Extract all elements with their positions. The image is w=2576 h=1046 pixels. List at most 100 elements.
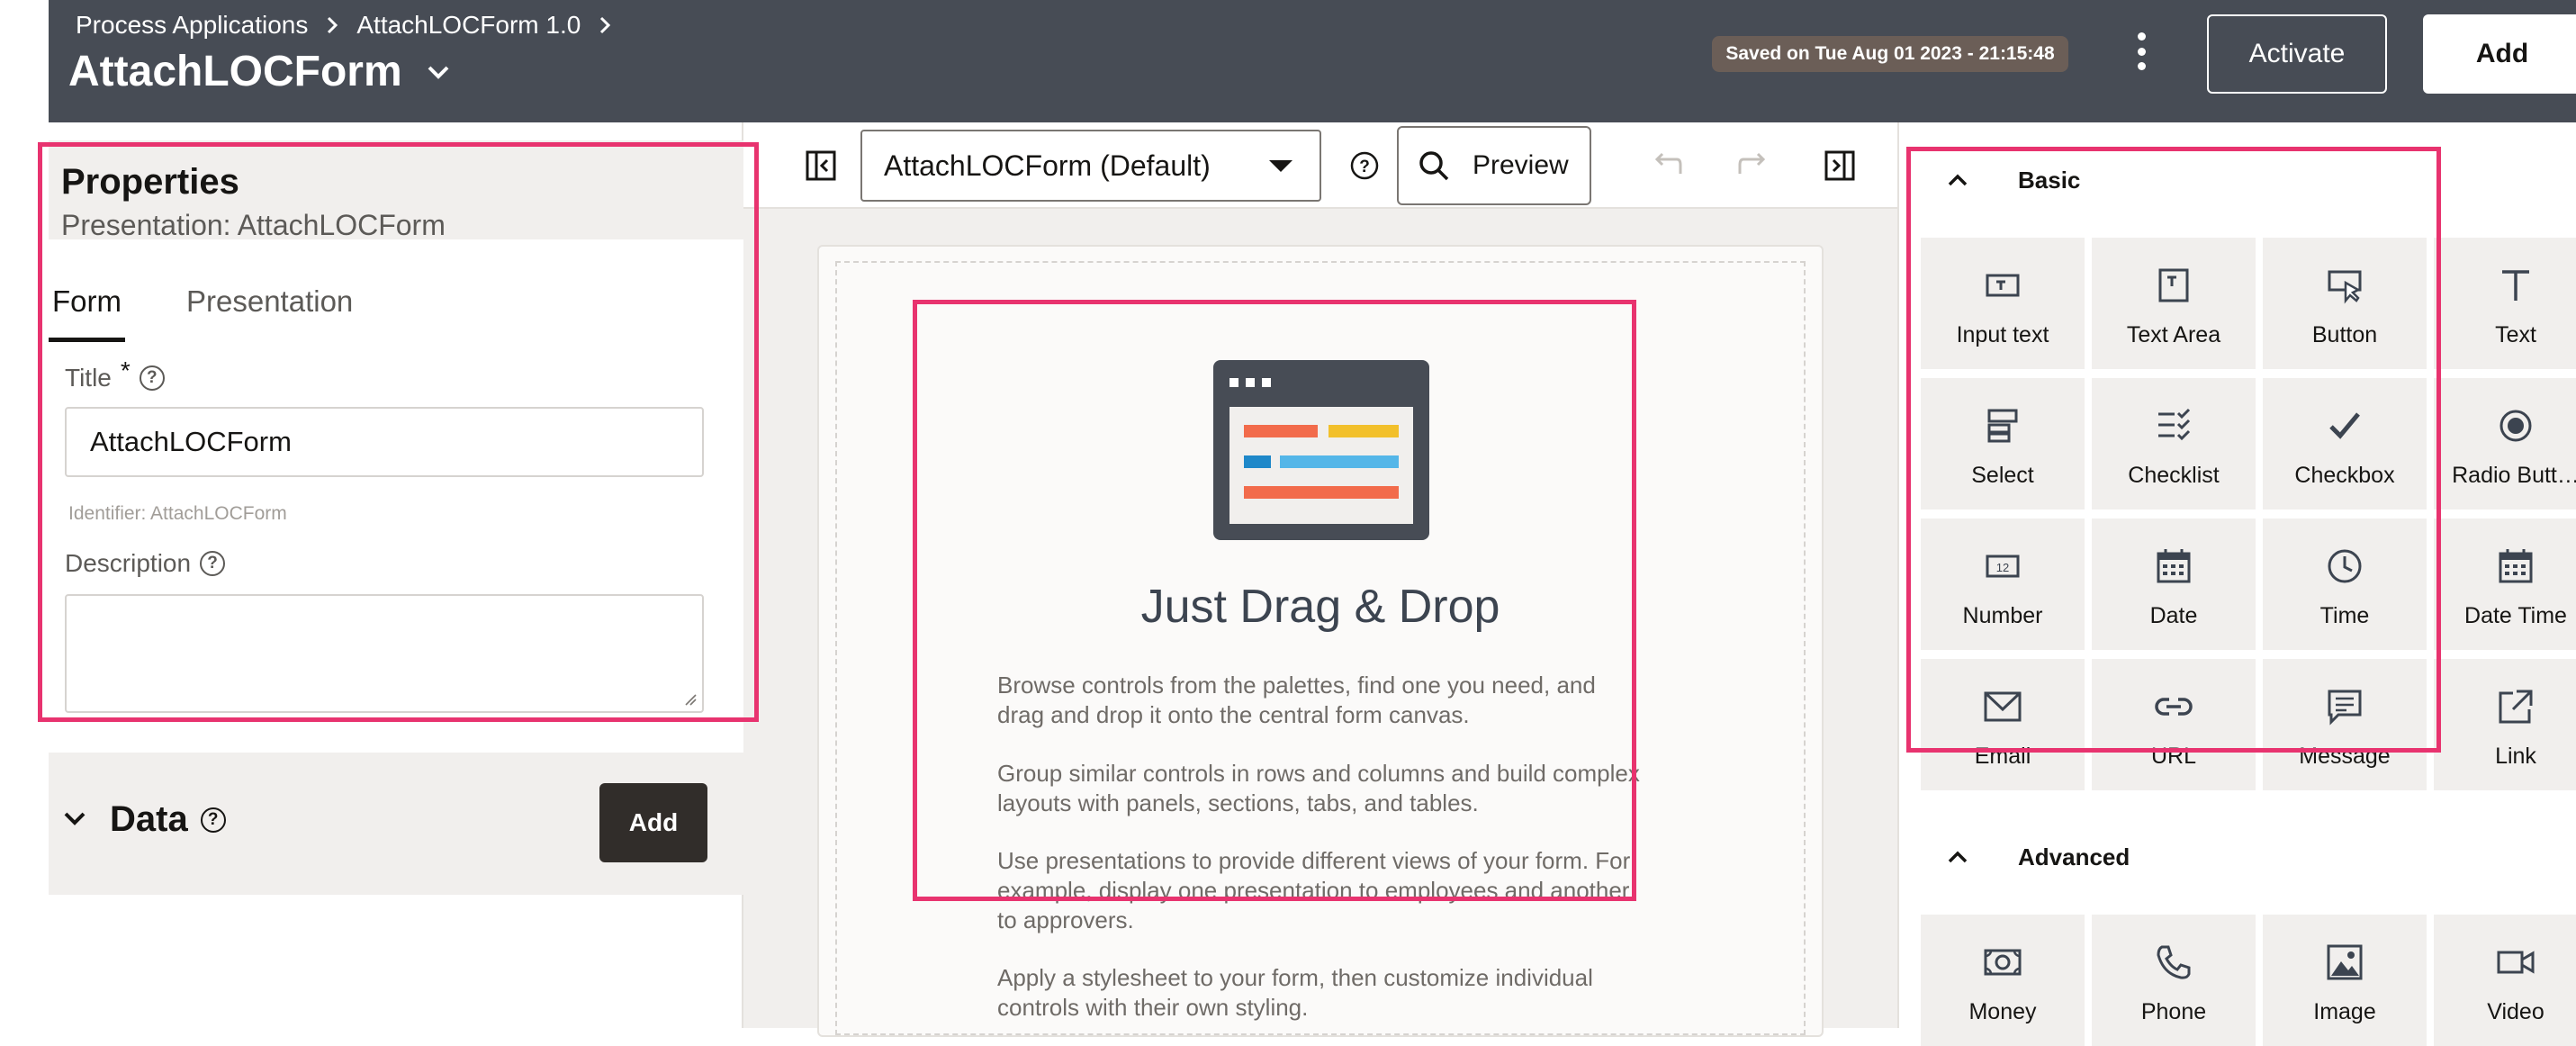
palette-item-image[interactable]: Image bbox=[2263, 915, 2427, 1046]
chevron-up-icon[interactable] bbox=[1946, 168, 1969, 192]
select-icon bbox=[1987, 409, 2018, 443]
properties-title: Properties bbox=[61, 162, 239, 202]
palette-item-checkbox[interactable]: Checkbox bbox=[2263, 378, 2427, 509]
palette-item-email[interactable]: Email bbox=[1921, 659, 2085, 790]
palette-item-checklist[interactable]: Checklist bbox=[2092, 378, 2256, 509]
palette-item-select[interactable]: Select bbox=[1921, 378, 2085, 509]
date-icon bbox=[2157, 549, 2191, 583]
palette-item-message[interactable]: Message bbox=[2263, 659, 2427, 790]
required-marker: * bbox=[120, 356, 131, 384]
palette-item-label: Select bbox=[1971, 463, 2034, 488]
phone-icon bbox=[2157, 945, 2191, 979]
breadcrumb: Process Applications AttachLOCForm 1.0 bbox=[76, 11, 615, 40]
search-icon bbox=[1419, 151, 1449, 181]
palette-item-video[interactable]: Video bbox=[2434, 915, 2576, 1046]
controls-palette: Basic Input text Text Area Button Text Selec… bbox=[1897, 122, 2576, 1046]
palette-item-time[interactable]: Time bbox=[2263, 518, 2427, 650]
breadcrumb-form-version[interactable]: AttachLOCForm 1.0 bbox=[356, 11, 581, 40]
url-icon bbox=[2155, 698, 2193, 716]
title-input[interactable]: AttachLOCForm bbox=[65, 407, 704, 477]
palette-item-link[interactable]: Link bbox=[2434, 659, 2576, 790]
page-title[interactable]: AttachLOCForm bbox=[68, 47, 451, 96]
palette-item-label: Input text bbox=[1956, 322, 2049, 347]
properties-panel: Properties Presentation: AttachLOCForm F… bbox=[49, 122, 743, 1028]
help-icon[interactable]: ? bbox=[200, 807, 226, 833]
data-section-title: Data ? bbox=[110, 799, 226, 840]
tab-form[interactable]: Form bbox=[49, 275, 125, 342]
palette-item-text[interactable]: Text bbox=[2434, 238, 2576, 369]
palette-item-text-area[interactable]: Text Area bbox=[2092, 238, 2256, 369]
button-icon bbox=[2328, 270, 2362, 304]
palette-item-number[interactable]: 12 Number bbox=[1921, 518, 2085, 650]
chevron-down-icon[interactable] bbox=[426, 59, 451, 85]
app-header: Process Applications AttachLOCForm 1.0 A… bbox=[49, 0, 2576, 122]
canvas-paragraph: Browse controls from the palettes, find … bbox=[997, 672, 1596, 728]
message-icon bbox=[2328, 690, 2362, 726]
advanced-section-header[interactable]: Advanced bbox=[1899, 828, 2576, 886]
input-text-icon bbox=[1986, 274, 2020, 297]
breadcrumb-process-applications[interactable]: Process Applications bbox=[76, 11, 308, 40]
description-field-label: Description ? bbox=[65, 549, 226, 578]
preview-button[interactable]: Preview bbox=[1397, 126, 1591, 205]
help-icon[interactable]: ? bbox=[139, 365, 165, 391]
form-canvas-area: AttachLOCForm (Default) ? Preview Just D… bbox=[743, 122, 1897, 1037]
palette-item-phone[interactable]: Phone bbox=[2092, 915, 2256, 1046]
help-icon[interactable]: ? bbox=[1347, 148, 1383, 184]
presentation-select[interactable]: AttachLOCForm (Default) bbox=[860, 130, 1321, 202]
palette-item-label: Money bbox=[1968, 999, 2037, 1024]
palette-item-label: Image bbox=[2313, 999, 2376, 1024]
checklist-icon bbox=[2158, 408, 2191, 441]
resize-grip-icon[interactable] bbox=[684, 693, 697, 706]
description-textarea[interactable] bbox=[65, 594, 704, 713]
add-data-button[interactable]: Add bbox=[599, 783, 707, 862]
radio-button-icon bbox=[2499, 410, 2532, 442]
canvas-paragraph: Use presentations to provide different v… bbox=[997, 847, 1631, 933]
undo-icon[interactable] bbox=[1649, 148, 1685, 184]
palette-item-date[interactable]: Date bbox=[2092, 518, 2256, 650]
more-actions-icon[interactable] bbox=[2128, 29, 2155, 74]
properties-tabs: Form Presentation bbox=[49, 275, 414, 342]
palette-item-label: Radio Butt… bbox=[2452, 463, 2576, 488]
palette-item-label: URL bbox=[2150, 744, 2196, 769]
palette-item-label: Date bbox=[2149, 603, 2198, 628]
palette-item-button[interactable]: Button bbox=[2263, 238, 2427, 369]
toggle-right-panel-icon[interactable] bbox=[1822, 148, 1858, 184]
palette-item-label: Message bbox=[2299, 744, 2391, 769]
palette-item-date-time[interactable]: Date Time bbox=[2434, 518, 2576, 650]
palette-item-label: Button bbox=[2311, 322, 2378, 347]
number-icon: 12 bbox=[1986, 555, 2020, 578]
svg-text:12: 12 bbox=[1996, 561, 2009, 574]
palette-item-radio-butt[interactable]: Radio Butt… bbox=[2434, 378, 2576, 509]
add-button[interactable]: Add bbox=[2423, 14, 2576, 94]
chevron-right-icon bbox=[600, 16, 611, 34]
toggle-left-panel-icon[interactable] bbox=[803, 148, 839, 184]
chevron-right-icon bbox=[328, 16, 338, 34]
redo-icon[interactable] bbox=[1735, 148, 1771, 184]
form-illustration-icon bbox=[1213, 360, 1429, 540]
palette-item-label: Link bbox=[2495, 744, 2536, 769]
palette-item-label: Text Area bbox=[2126, 322, 2221, 347]
palette-item-label: Phone bbox=[2140, 999, 2207, 1024]
money-icon bbox=[1984, 949, 2022, 976]
chevron-up-icon[interactable] bbox=[1946, 845, 1969, 869]
help-icon[interactable]: ? bbox=[200, 551, 226, 576]
data-title-text: Data bbox=[110, 799, 188, 839]
email-icon bbox=[1984, 691, 2022, 722]
palette-item-money[interactable]: Money bbox=[1921, 915, 2085, 1046]
palette-item-url[interactable]: URL bbox=[2092, 659, 2256, 790]
canvas-heading: Just Drag & Drop bbox=[1140, 581, 1500, 633]
chevron-down-icon[interactable] bbox=[61, 805, 88, 832]
text-icon bbox=[2502, 270, 2529, 301]
palette-item-label: Text bbox=[2495, 322, 2536, 347]
canvas-paragraph: Group similar controls in rows and colum… bbox=[997, 760, 1640, 816]
tab-presentation[interactable]: Presentation bbox=[181, 275, 358, 342]
video-icon bbox=[2497, 951, 2535, 974]
palette-item-input-text[interactable]: Input text bbox=[1921, 238, 2085, 369]
preview-label: Preview bbox=[1473, 150, 1569, 180]
activate-button[interactable]: Activate bbox=[2207, 14, 2387, 94]
basic-section-label: Basic bbox=[2018, 166, 2081, 194]
title-input-value: AttachLOCForm bbox=[90, 426, 292, 457]
canvas-toolbar: AttachLOCForm (Default) ? Preview bbox=[743, 122, 1897, 209]
basic-section-header[interactable]: Basic bbox=[1899, 151, 2576, 209]
properties-subtitle: Presentation: AttachLOCForm bbox=[61, 209, 446, 241]
